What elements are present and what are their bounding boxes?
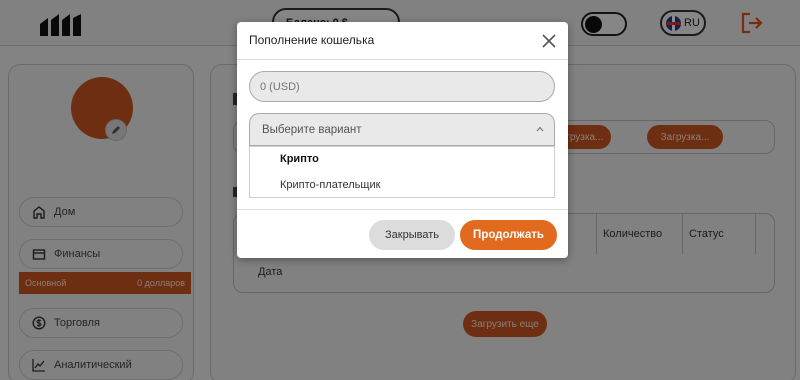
- modal-header: Пополнение кошелька: [237, 22, 568, 60]
- modal-footer-divider: [237, 209, 568, 210]
- top-up-wallet-modal: Пополнение кошелька Выберите вариант Кри…: [237, 22, 568, 258]
- option-crypto[interactable]: Крипто: [280, 153, 319, 165]
- close-button[interactable]: Закрывать: [369, 220, 455, 250]
- payment-method-dropdown: Крипто Крипто-плательщик: [249, 146, 555, 198]
- modal-title: Пополнение кошелька: [249, 33, 375, 47]
- payment-method-select[interactable]: Выберите вариант: [249, 113, 555, 146]
- select-placeholder: Выберите вариант: [262, 123, 362, 136]
- close-icon[interactable]: [540, 32, 558, 50]
- amount-input[interactable]: [249, 71, 555, 102]
- option-crypto-payer[interactable]: Крипто-плательщик: [280, 179, 380, 191]
- continue-button[interactable]: Продолжать: [460, 220, 557, 250]
- chevron-up-icon: [536, 126, 544, 132]
